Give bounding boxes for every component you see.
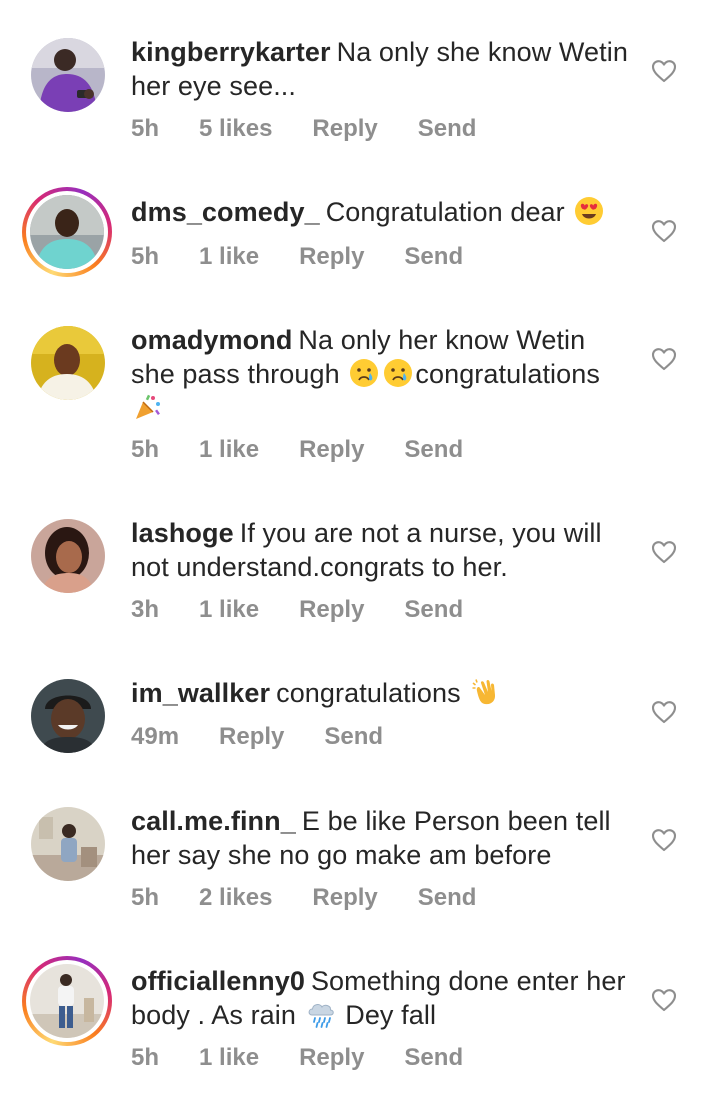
clapping-hands-emoji-icon — [472, 679, 496, 705]
avatar-purple-shirt-icon — [31, 38, 105, 112]
comment-line: not understand.congrats to her. — [131, 552, 508, 582]
like-heart-icon[interactable] — [651, 540, 677, 564]
avatar[interactable] — [31, 38, 105, 112]
like-heart-icon[interactable] — [651, 988, 677, 1012]
likes-count[interactable]: 2 likes — [199, 884, 272, 912]
comment-username[interactable]: call.me.finn_ — [131, 806, 296, 836]
comment-line: Something done enter her — [310, 966, 626, 996]
avatar[interactable] — [31, 679, 105, 753]
reply-button[interactable]: Reply — [219, 723, 284, 751]
send-button[interactable]: Send — [404, 596, 463, 624]
like-heart-icon[interactable] — [651, 828, 677, 852]
comment-time: 5h — [131, 884, 160, 911]
comment-username[interactable]: im_wallker — [131, 678, 270, 708]
comment-line: body . As rain — [131, 1000, 296, 1030]
avatar[interactable] — [31, 807, 105, 881]
avatar[interactable] — [22, 187, 112, 277]
comment-meta: 3h 1 like Reply Send — [131, 596, 463, 624]
comment-line: E be like Person been tell — [301, 806, 611, 836]
likes-count[interactable]: 5 likes — [199, 115, 272, 143]
avatar-yellow-icon — [31, 326, 105, 400]
comment-line: Dey fall — [345, 1000, 437, 1030]
avatar[interactable] — [31, 519, 105, 593]
likes-count[interactable]: 1 like — [199, 436, 259, 464]
send-button[interactable]: Send — [418, 115, 477, 143]
comment-meta: 5h 5 likes Reply Send — [131, 115, 476, 143]
comment-line: congratulations — [276, 678, 461, 708]
likes-count[interactable]: 1 like — [199, 243, 259, 271]
comment-time: 5h — [131, 243, 160, 270]
avatar-teal-shirt-icon — [30, 195, 104, 269]
reply-button[interactable]: Reply — [299, 1044, 364, 1072]
party-popper-emoji-icon — [136, 394, 160, 419]
rain-cloud-emoji-icon — [308, 1004, 334, 1028]
comment-username[interactable]: lashoge — [131, 518, 234, 548]
comment-line: Congratulation dear — [325, 197, 565, 227]
comment-text: dms_comedy_ Congratulation dear — [131, 195, 631, 229]
avatar-man-smiling-icon — [31, 679, 105, 753]
comment-meta: 5h 1 like Reply Send — [131, 436, 463, 464]
like-heart-icon[interactable] — [651, 219, 677, 243]
comment-line: Na only her know Wetin — [298, 325, 586, 355]
comment-text: im_wallker congratulations — [131, 676, 631, 710]
comment-line: If you are not a nurse, you will — [239, 518, 602, 548]
crying-face-emoji-icon — [350, 359, 379, 387]
reply-button[interactable]: Reply — [299, 436, 364, 464]
comment-username[interactable]: officiallenny0 — [131, 966, 305, 996]
comment-text: omadymond Na only her know Wetin she pass… — [131, 323, 631, 425]
comment-line: she pass through — [131, 359, 340, 389]
likes-count[interactable]: 1 like — [199, 596, 259, 624]
reply-button[interactable]: Reply — [312, 884, 377, 912]
reply-button[interactable]: Reply — [299, 243, 364, 271]
avatar-standing-person-icon — [30, 964, 104, 1038]
avatar[interactable] — [31, 326, 105, 400]
avatar-room-icon — [31, 807, 105, 881]
comment-line: her say she no go make am before — [131, 840, 552, 870]
comment-username[interactable]: kingberrykarter — [131, 37, 331, 67]
comment-meta: 5h 1 like Reply Send — [131, 1044, 463, 1072]
comment-text: lashoge If you are not a nurse, you will … — [131, 516, 631, 584]
send-button[interactable]: Send — [404, 243, 463, 271]
likes-count[interactable]: 1 like — [199, 1044, 259, 1072]
comment-time: 5h — [131, 1044, 160, 1071]
comment-line: congratulations — [415, 359, 600, 389]
comment-meta: 49m Reply Send — [131, 723, 383, 751]
crying-face-emoji-icon — [384, 359, 413, 387]
reply-button[interactable]: Reply — [312, 115, 377, 143]
comment-username[interactable]: omadymond — [131, 325, 292, 355]
comment-meta: 5h 2 likes Reply Send — [131, 884, 476, 912]
send-button[interactable]: Send — [404, 1044, 463, 1072]
comment-line: Na only she know Wetin — [336, 37, 628, 67]
heart-eyes-emoji-icon — [575, 197, 604, 225]
like-heart-icon[interactable] — [651, 700, 677, 724]
like-heart-icon[interactable] — [651, 347, 677, 371]
comment-text: officiallenny0 Something done enter her b… — [131, 964, 631, 1032]
comment-text: call.me.finn_ E be like Person been tell … — [131, 804, 631, 872]
comment-username[interactable]: dms_comedy_ — [131, 197, 320, 227]
avatar[interactable] — [22, 956, 112, 1046]
like-heart-icon[interactable] — [651, 59, 677, 83]
comment-time: 5h — [131, 115, 160, 142]
reply-button[interactable]: Reply — [299, 596, 364, 624]
comment-text: kingberrykarter Na only she know Wetin he… — [131, 35, 631, 103]
comment-time: 3h — [131, 596, 160, 623]
send-button[interactable]: Send — [404, 436, 463, 464]
comment-time: 49m — [131, 723, 180, 750]
avatar-woman-icon — [31, 519, 105, 593]
comment-time: 5h — [131, 436, 160, 463]
send-button[interactable]: Send — [324, 723, 383, 751]
comment-line: her eye see... — [131, 71, 296, 101]
comment-meta: 5h 1 like Reply Send — [131, 243, 463, 271]
send-button[interactable]: Send — [418, 884, 477, 912]
